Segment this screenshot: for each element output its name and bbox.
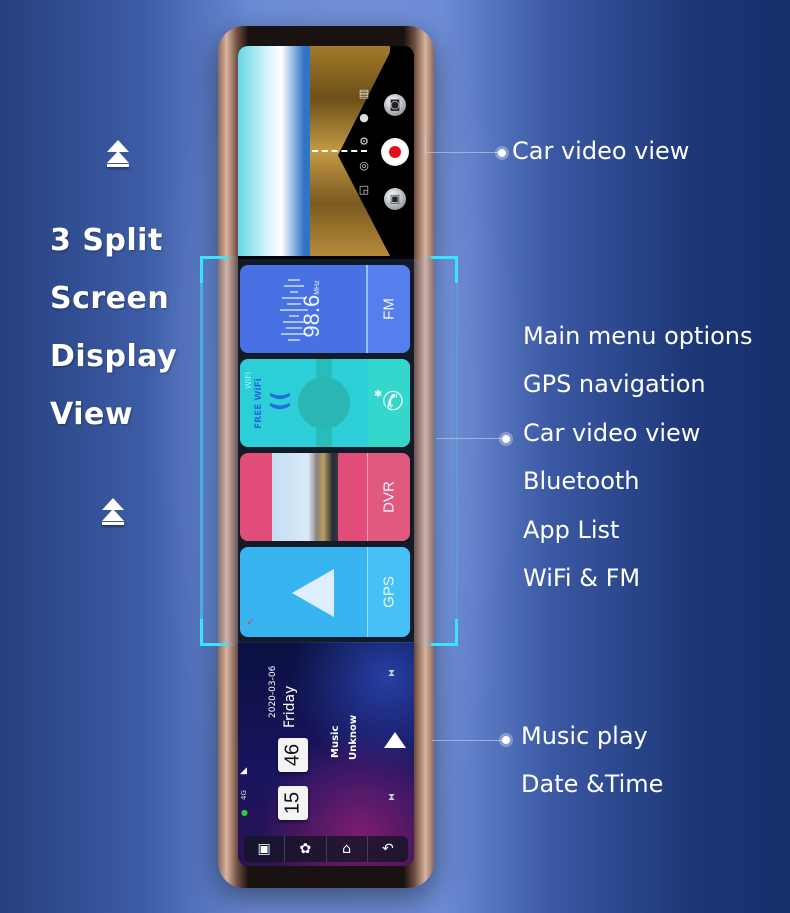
clock-hour: 15: [278, 786, 308, 820]
wifi-bluetooth-tile[interactable]: WIFI FREE WiFi (( ✱ ✆: [240, 359, 410, 447]
gps-button[interactable]: GPS: [367, 547, 410, 637]
home-panel: 2020-03-06 Friday 46 15 Music Unknow ⧗ ⧗…: [238, 642, 414, 866]
feature-item: App List: [523, 515, 620, 544]
feature-item: Bluetooth: [523, 467, 640, 496]
camera-controls: ▤ ● ⚙ ◎ ◲: [350, 82, 378, 252]
phone-icon: ✆: [382, 387, 404, 417]
wifi-icon: ((: [268, 390, 293, 411]
weekday-text: Friday: [282, 685, 298, 728]
title-line: Screen: [50, 281, 170, 316]
fm-label: FM: [380, 298, 398, 320]
compass-icon: ➶: [246, 617, 255, 628]
callout-date-time: Date &Time: [521, 770, 664, 798]
settings-button[interactable]: ✿: [285, 836, 327, 862]
feature-item: Main menu options: [523, 322, 753, 350]
signal-icon: ◢: [240, 766, 247, 776]
menu-features-list: Main menu options GPS navigation Car vid…: [523, 312, 753, 602]
music-title: Music: [330, 725, 341, 758]
gps-tile[interactable]: ➶ GPS: [240, 547, 410, 637]
split-screen-title: 3 Split Screen Display View: [50, 212, 177, 444]
dvr-label: DVR: [380, 481, 398, 513]
callout-line: [425, 136, 426, 152]
callout-car-video-view: Car video view: [512, 137, 690, 165]
bottom-nav-bar: ▣ ✿ ⌂ ↶: [244, 836, 408, 862]
device-screen: ▤ ● ⚙ ◎ ◲ ◙ ▣ 98.6MHz FM WIFI FREE WiFi …: [238, 46, 414, 866]
gps-label: GPS: [380, 576, 398, 608]
next-track-icon[interactable]: ⧗: [388, 668, 395, 679]
fm-button[interactable]: FM: [366, 265, 410, 353]
network-indicator: 4G: [240, 790, 248, 800]
callout-dot: [498, 149, 506, 157]
navigation-app-button[interactable]: ▣: [244, 836, 286, 862]
callout-dot: [502, 435, 510, 443]
back-button[interactable]: ↶: [368, 836, 408, 862]
callout-line: [432, 740, 502, 741]
callout-line: [425, 152, 498, 153]
camera-sky: [238, 46, 310, 256]
title-line: View: [50, 397, 134, 432]
camera-icon: ◙: [389, 98, 401, 111]
gallery-icon[interactable]: ◲: [350, 178, 378, 202]
feature-item: WiFi & FM: [523, 564, 641, 593]
gps-status-icon: ●: [241, 808, 248, 817]
dvr-preview-image: [272, 453, 338, 541]
home-button[interactable]: ⌂: [327, 836, 368, 862]
record-button[interactable]: [381, 138, 409, 166]
callout-dot: [502, 736, 510, 744]
playback-button[interactable]: ▣: [384, 188, 406, 210]
title-line: 3 Split: [50, 223, 163, 258]
double-arrow-up-icon: [102, 498, 124, 528]
music-artist: Unknow: [348, 714, 359, 760]
fm-tile[interactable]: 98.6MHz FM: [240, 265, 410, 353]
film-icon: ▣: [389, 192, 401, 205]
clock-minute: 46: [278, 738, 308, 772]
mic-icon[interactable]: ●: [350, 106, 378, 130]
camera-switch-icon[interactable]: ▤: [350, 82, 378, 106]
lock-icon[interactable]: ◎: [350, 154, 378, 178]
callout-music-play: Music play: [521, 722, 648, 750]
navigation-arrow-icon: [292, 569, 334, 617]
double-arrow-up-icon: [107, 140, 129, 170]
callout-line: [436, 438, 502, 439]
title-line: Display: [50, 339, 178, 374]
gear-icon[interactable]: ⚙: [350, 130, 378, 154]
feature-item: Car video view: [523, 418, 701, 447]
play-button[interactable]: [384, 732, 406, 748]
fm-frequency: 98.6MHz: [299, 280, 324, 338]
date-text: 2020-03-06: [268, 665, 278, 718]
feature-item: GPS navigation: [523, 370, 706, 399]
snapshot-button[interactable]: ◙: [384, 94, 406, 116]
free-wifi-icon[interactable]: FREE WiFi ((: [250, 377, 293, 431]
dvr-tile[interactable]: DVR: [240, 453, 410, 541]
dvr-button[interactable]: DVR: [367, 453, 410, 541]
car-video-view[interactable]: ▤ ● ⚙ ◎ ◲ ◙ ▣: [238, 46, 414, 256]
bluetooth-phone-button[interactable]: ✱ ✆: [368, 359, 410, 447]
previous-track-icon[interactable]: ⧗: [388, 792, 395, 803]
tile-circle: [298, 377, 350, 429]
